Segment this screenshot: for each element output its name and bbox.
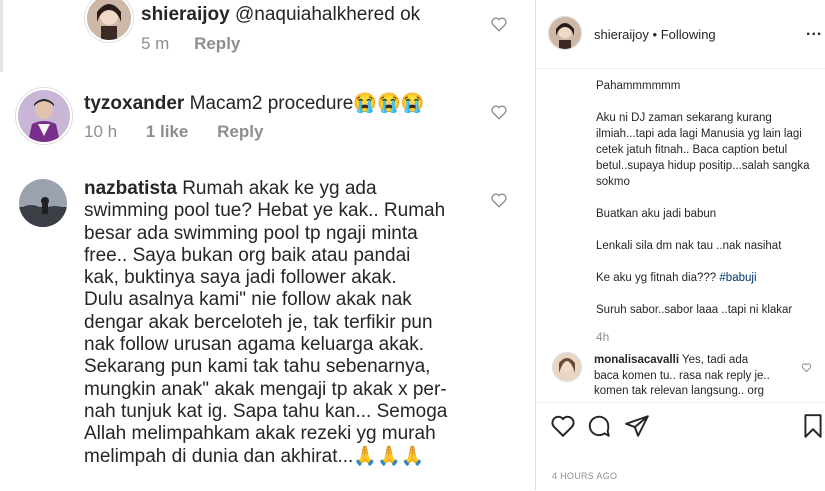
- comment-line: dengar akak berceloteh je, tak terfikir …: [84, 311, 433, 333]
- comment-line: swimming pool tue? Hebat ye kak.. Rumah: [84, 200, 446, 222]
- more-icon[interactable]: ...: [806, 22, 822, 40]
- comment-line: kak, buktinya saya jadi follower akak.: [84, 267, 397, 289]
- caption-line: Pahammmmmm: [596, 80, 681, 92]
- caption-text: Ke aku yg fitnah dia???: [596, 272, 720, 284]
- header-username[interactable]: shieraijoy: [594, 27, 649, 42]
- reply-button[interactable]: Reply: [217, 122, 263, 141]
- reply-button[interactable]: Reply: [194, 34, 240, 53]
- comment-line: Allah melimpahkam akak rezeki yg murah: [84, 423, 436, 445]
- avatar-image: [553, 353, 581, 381]
- caption-line: Aku ni DJ zaman sekarang kurang ilmiah..…: [596, 112, 810, 188]
- caption-line: Lenkali sila dm nak tau ..nak nasihat: [596, 240, 782, 252]
- avatar[interactable]: [552, 352, 582, 382]
- comment-line: besar ada swimming pool tp ngaji minta: [84, 222, 418, 244]
- action-bar: 4 HOURS AGO: [536, 402, 825, 491]
- heart-icon[interactable]: [490, 191, 508, 209]
- comment-line: mungkin anak" akak mengaji tp akak x per…: [84, 378, 447, 400]
- avatar[interactable]: [85, 0, 133, 42]
- comment-text: baca komen tu.. rasa nak reply je..: [594, 369, 770, 382]
- avatar[interactable]: [19, 179, 67, 227]
- comment-line: nak follow urusan agama keluarga akak.: [84, 334, 425, 356]
- heart-icon[interactable]: [490, 103, 508, 121]
- comment-text: Yes, tadi ada: [682, 354, 749, 366]
- hashtag-link[interactable]: #babuji: [719, 272, 756, 284]
- comment-time: 10 h: [84, 122, 118, 141]
- comment-line: melimpah di dunia dan akhirat...🙏🙏🙏: [84, 445, 425, 467]
- comments-zoom-panel: shieraijoy @naquiahalkhered ok 5 m Reply…: [0, 0, 535, 490]
- comment-line: free.. Saya bukan org baik atau pandai: [84, 244, 411, 266]
- bookmark-icon[interactable]: [802, 413, 824, 439]
- likes-count[interactable]: 1 like: [146, 122, 189, 141]
- comment-username[interactable]: monalisacavalli: [594, 354, 679, 366]
- comment-icon[interactable]: [586, 413, 612, 439]
- share-icon[interactable]: [624, 413, 650, 439]
- following-button[interactable]: Following: [661, 27, 716, 42]
- post-side-panel: shieraijoy • Following ... Pahammmmmm Ak…: [536, 0, 825, 490]
- caption-line: Buatkan aku jadi babun: [596, 208, 717, 220]
- caption-line: Suruh sabor..sabor laaa ..tapi ni klakar: [596, 304, 793, 316]
- comment-username[interactable]: nazbatista: [84, 178, 177, 199]
- avatar-image: [87, 0, 131, 40]
- avatar[interactable]: [548, 16, 582, 50]
- comment-line: Dulu asalnya kami" nie follow akak nak: [84, 289, 412, 311]
- post-header: shieraijoy • Following ...: [536, 0, 825, 69]
- avatar-image: [19, 179, 67, 227]
- avatar-image: [549, 17, 581, 49]
- comment-line: Sekarang pun kami tak tahu sebenarnya,: [84, 356, 431, 378]
- avatar[interactable]: [16, 88, 72, 144]
- caption-line: Ke aku yg fitnah dia??? #babuji: [596, 270, 816, 286]
- heart-icon[interactable]: [801, 362, 812, 373]
- comment-text: Macam2 procedure😭😭😭: [189, 93, 425, 114]
- comment-text: ok: [400, 4, 421, 25]
- comment-time: 5 m: [141, 34, 170, 53]
- post-caption: Pahammmmmm Aku ni DJ zaman sekarang kura…: [596, 78, 816, 334]
- comment-line: Rumah akak ke yg ada: [182, 178, 377, 199]
- mention-link[interactable]: @naquiahalkhered: [235, 4, 395, 25]
- comment-text: komen tak relevan langsung.. org: [594, 385, 765, 397]
- post-timestamp: 4 HOURS AGO: [552, 471, 618, 481]
- caption-time: 4h: [596, 330, 610, 344]
- comment-username[interactable]: shieraijoy: [141, 4, 230, 25]
- scroll-edge: [0, 0, 3, 72]
- comment-username[interactable]: tyzoxander: [84, 93, 184, 114]
- avatar-image: [18, 90, 70, 142]
- side-comment: monalisacavalli Yes, tadi ada baca komen…: [594, 353, 794, 398]
- heart-icon[interactable]: [550, 413, 576, 439]
- comment-line: nah tunjuk kat ig. Sapa tahu kan... Semo…: [84, 400, 448, 422]
- heart-icon[interactable]: [490, 15, 508, 33]
- separator-dot: •: [652, 27, 658, 42]
